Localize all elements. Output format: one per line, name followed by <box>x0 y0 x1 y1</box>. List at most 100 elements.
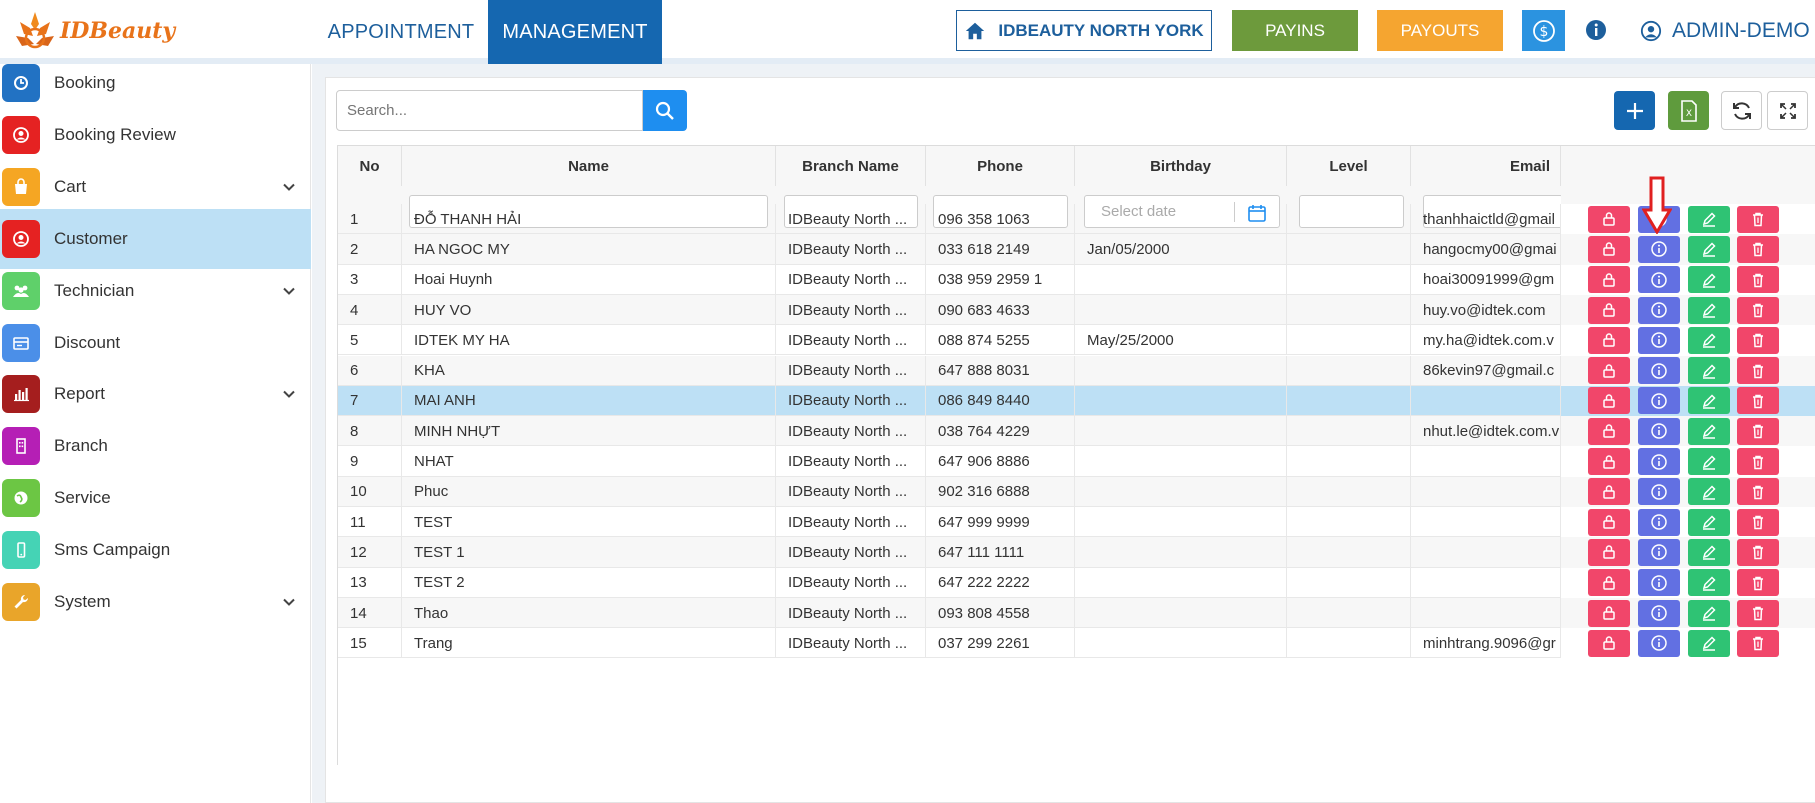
edit-button[interactable] <box>1688 569 1730 597</box>
table-row[interactable]: 7 MAI ANH IDBeauty North ... 086 849 8440 <box>338 385 1815 417</box>
column-header-email[interactable]: Email <box>1411 146 1561 186</box>
delete-button[interactable] <box>1737 569 1779 597</box>
edit-button[interactable] <box>1688 508 1730 536</box>
info-button[interactable] <box>1638 538 1680 566</box>
delete-button[interactable] <box>1737 235 1779 263</box>
lock-button[interactable] <box>1588 266 1630 294</box>
lock-button[interactable] <box>1588 326 1630 354</box>
table-row[interactable]: 14 Thao IDBeauty North ... 093 808 4558 <box>338 597 1815 629</box>
edit-button[interactable] <box>1688 266 1730 294</box>
edit-button[interactable] <box>1688 629 1730 657</box>
nav-management[interactable]: MANAGEMENT <box>488 0 662 64</box>
table-row[interactable]: 6 KHA IDBeauty North ... 647 888 8031 86kevi… <box>338 355 1815 386</box>
info-button[interactable] <box>1638 417 1680 445</box>
delete-button[interactable] <box>1737 599 1779 627</box>
branch-selector-button[interactable]: IDBEAUTY NORTH YORK <box>956 10 1212 51</box>
lock-button[interactable] <box>1588 599 1630 627</box>
column-header-no[interactable]: No <box>338 146 402 186</box>
info-button[interactable] <box>1638 508 1680 536</box>
user-menu[interactable]: ADMIN-DEMO <box>1640 10 1810 51</box>
lock-button[interactable] <box>1588 387 1630 415</box>
lock-button[interactable] <box>1588 538 1630 566</box>
delete-button[interactable] <box>1737 508 1779 536</box>
chevron-down-icon[interactable] <box>281 386 297 402</box>
lock-button[interactable] <box>1588 569 1630 597</box>
delete-button[interactable] <box>1737 266 1779 294</box>
nav-appointment[interactable]: APPOINTMENT <box>316 0 486 64</box>
export-excel-button[interactable]: X <box>1668 91 1709 130</box>
search-input[interactable] <box>336 90 643 131</box>
table-row[interactable]: 12 TEST 1 IDBeauty North ... 647 111 1111 <box>338 537 1815 568</box>
edit-button[interactable] <box>1688 478 1730 506</box>
lock-button[interactable] <box>1588 629 1630 657</box>
edit-button[interactable] <box>1688 538 1730 566</box>
delete-button[interactable] <box>1737 538 1779 566</box>
info-button[interactable] <box>1638 387 1680 415</box>
info-button[interactable] <box>1638 478 1680 506</box>
info-button[interactable] <box>1638 357 1680 385</box>
sidebar-item-system[interactable]: System <box>0 572 311 632</box>
info-button[interactable] <box>1638 569 1680 597</box>
column-header-name[interactable]: Name <box>402 146 776 186</box>
chevron-down-icon[interactable] <box>281 283 297 299</box>
dollar-button[interactable]: $ <box>1522 10 1565 51</box>
edit-button[interactable] <box>1688 599 1730 627</box>
table-row[interactable]: 4 HUY VO IDBeauty North ... 090 683 4633 huy… <box>338 294 1815 326</box>
table-row[interactable]: 11 TEST IDBeauty North ... 647 999 9999 <box>338 507 1815 538</box>
info-button[interactable] <box>1638 326 1680 354</box>
delete-button[interactable] <box>1737 387 1779 415</box>
lock-button[interactable] <box>1588 205 1630 233</box>
refresh-button[interactable] <box>1721 91 1762 130</box>
table-row[interactable]: 1 ĐỖ THANH HẢI IDBeauty North ... 096 358 1… <box>338 204 1815 235</box>
info-button[interactable] <box>1638 266 1680 294</box>
chevron-down-icon[interactable] <box>281 594 297 610</box>
edit-button[interactable] <box>1688 296 1730 324</box>
edit-button[interactable] <box>1688 417 1730 445</box>
chevron-down-icon[interactable] <box>281 179 297 195</box>
column-header-birthday[interactable]: Birthday <box>1075 146 1287 186</box>
search-button[interactable] <box>643 90 687 131</box>
payouts-button[interactable]: PAYOUTS <box>1377 10 1503 51</box>
info-button[interactable] <box>1638 629 1680 657</box>
edit-button[interactable] <box>1688 326 1730 354</box>
edit-button[interactable] <box>1688 235 1730 263</box>
info-button[interactable] <box>1638 599 1680 627</box>
table-row[interactable]: 15 Trang IDBeauty North ... 037 299 2261 min… <box>338 628 1815 659</box>
info-icon[interactable] <box>1584 18 1608 42</box>
delete-button[interactable] <box>1737 629 1779 657</box>
lock-button[interactable] <box>1588 357 1630 385</box>
table-row[interactable]: 5 IDTEK MY HA IDBeauty North ... 088 874 52… <box>338 325 1815 356</box>
add-button[interactable] <box>1614 91 1655 130</box>
lock-button[interactable] <box>1588 235 1630 263</box>
table-row[interactable]: 8 MINH NHỰT IDBeauty North ... 038 764 4229… <box>338 416 1815 447</box>
delete-button[interactable] <box>1737 326 1779 354</box>
table-row[interactable]: 13 TEST 2 IDBeauty North ... 647 222 2222 <box>338 567 1815 598</box>
info-button[interactable] <box>1638 448 1680 476</box>
lock-button[interactable] <box>1588 296 1630 324</box>
delete-button[interactable] <box>1737 357 1779 385</box>
info-button[interactable] <box>1638 296 1680 324</box>
delete-button[interactable] <box>1737 478 1779 506</box>
logo[interactable]: IDBeauty <box>12 6 192 56</box>
column-header-level[interactable]: Level <box>1287 146 1411 186</box>
table-row[interactable]: 9 NHAT IDBeauty North ... 647 906 8886 <box>338 446 1815 477</box>
table-row[interactable]: 2 HA NGOC MY IDBeauty North ... 033 618 214… <box>338 234 1815 265</box>
delete-button[interactable] <box>1737 417 1779 445</box>
payins-button[interactable]: PAYINS <box>1232 10 1358 51</box>
delete-button[interactable] <box>1737 448 1779 476</box>
lock-button[interactable] <box>1588 417 1630 445</box>
column-header-phone[interactable]: Phone <box>926 146 1075 186</box>
delete-button[interactable] <box>1737 205 1779 233</box>
edit-button[interactable] <box>1688 357 1730 385</box>
lock-button[interactable] <box>1588 478 1630 506</box>
lock-button[interactable] <box>1588 448 1630 476</box>
table-row[interactable]: 10 Phuc IDBeauty North ... 902 316 6888 <box>338 476 1815 507</box>
info-button[interactable] <box>1638 235 1680 263</box>
lock-button[interactable] <box>1588 508 1630 536</box>
table-row[interactable]: 3 Hoai Huynh IDBeauty North ... 038 959 295… <box>338 264 1815 295</box>
edit-button[interactable] <box>1688 448 1730 476</box>
fullscreen-button[interactable] <box>1767 91 1808 130</box>
delete-button[interactable] <box>1737 296 1779 324</box>
column-header-branch-name[interactable]: Branch Name <box>776 146 926 186</box>
edit-button[interactable] <box>1688 205 1730 233</box>
